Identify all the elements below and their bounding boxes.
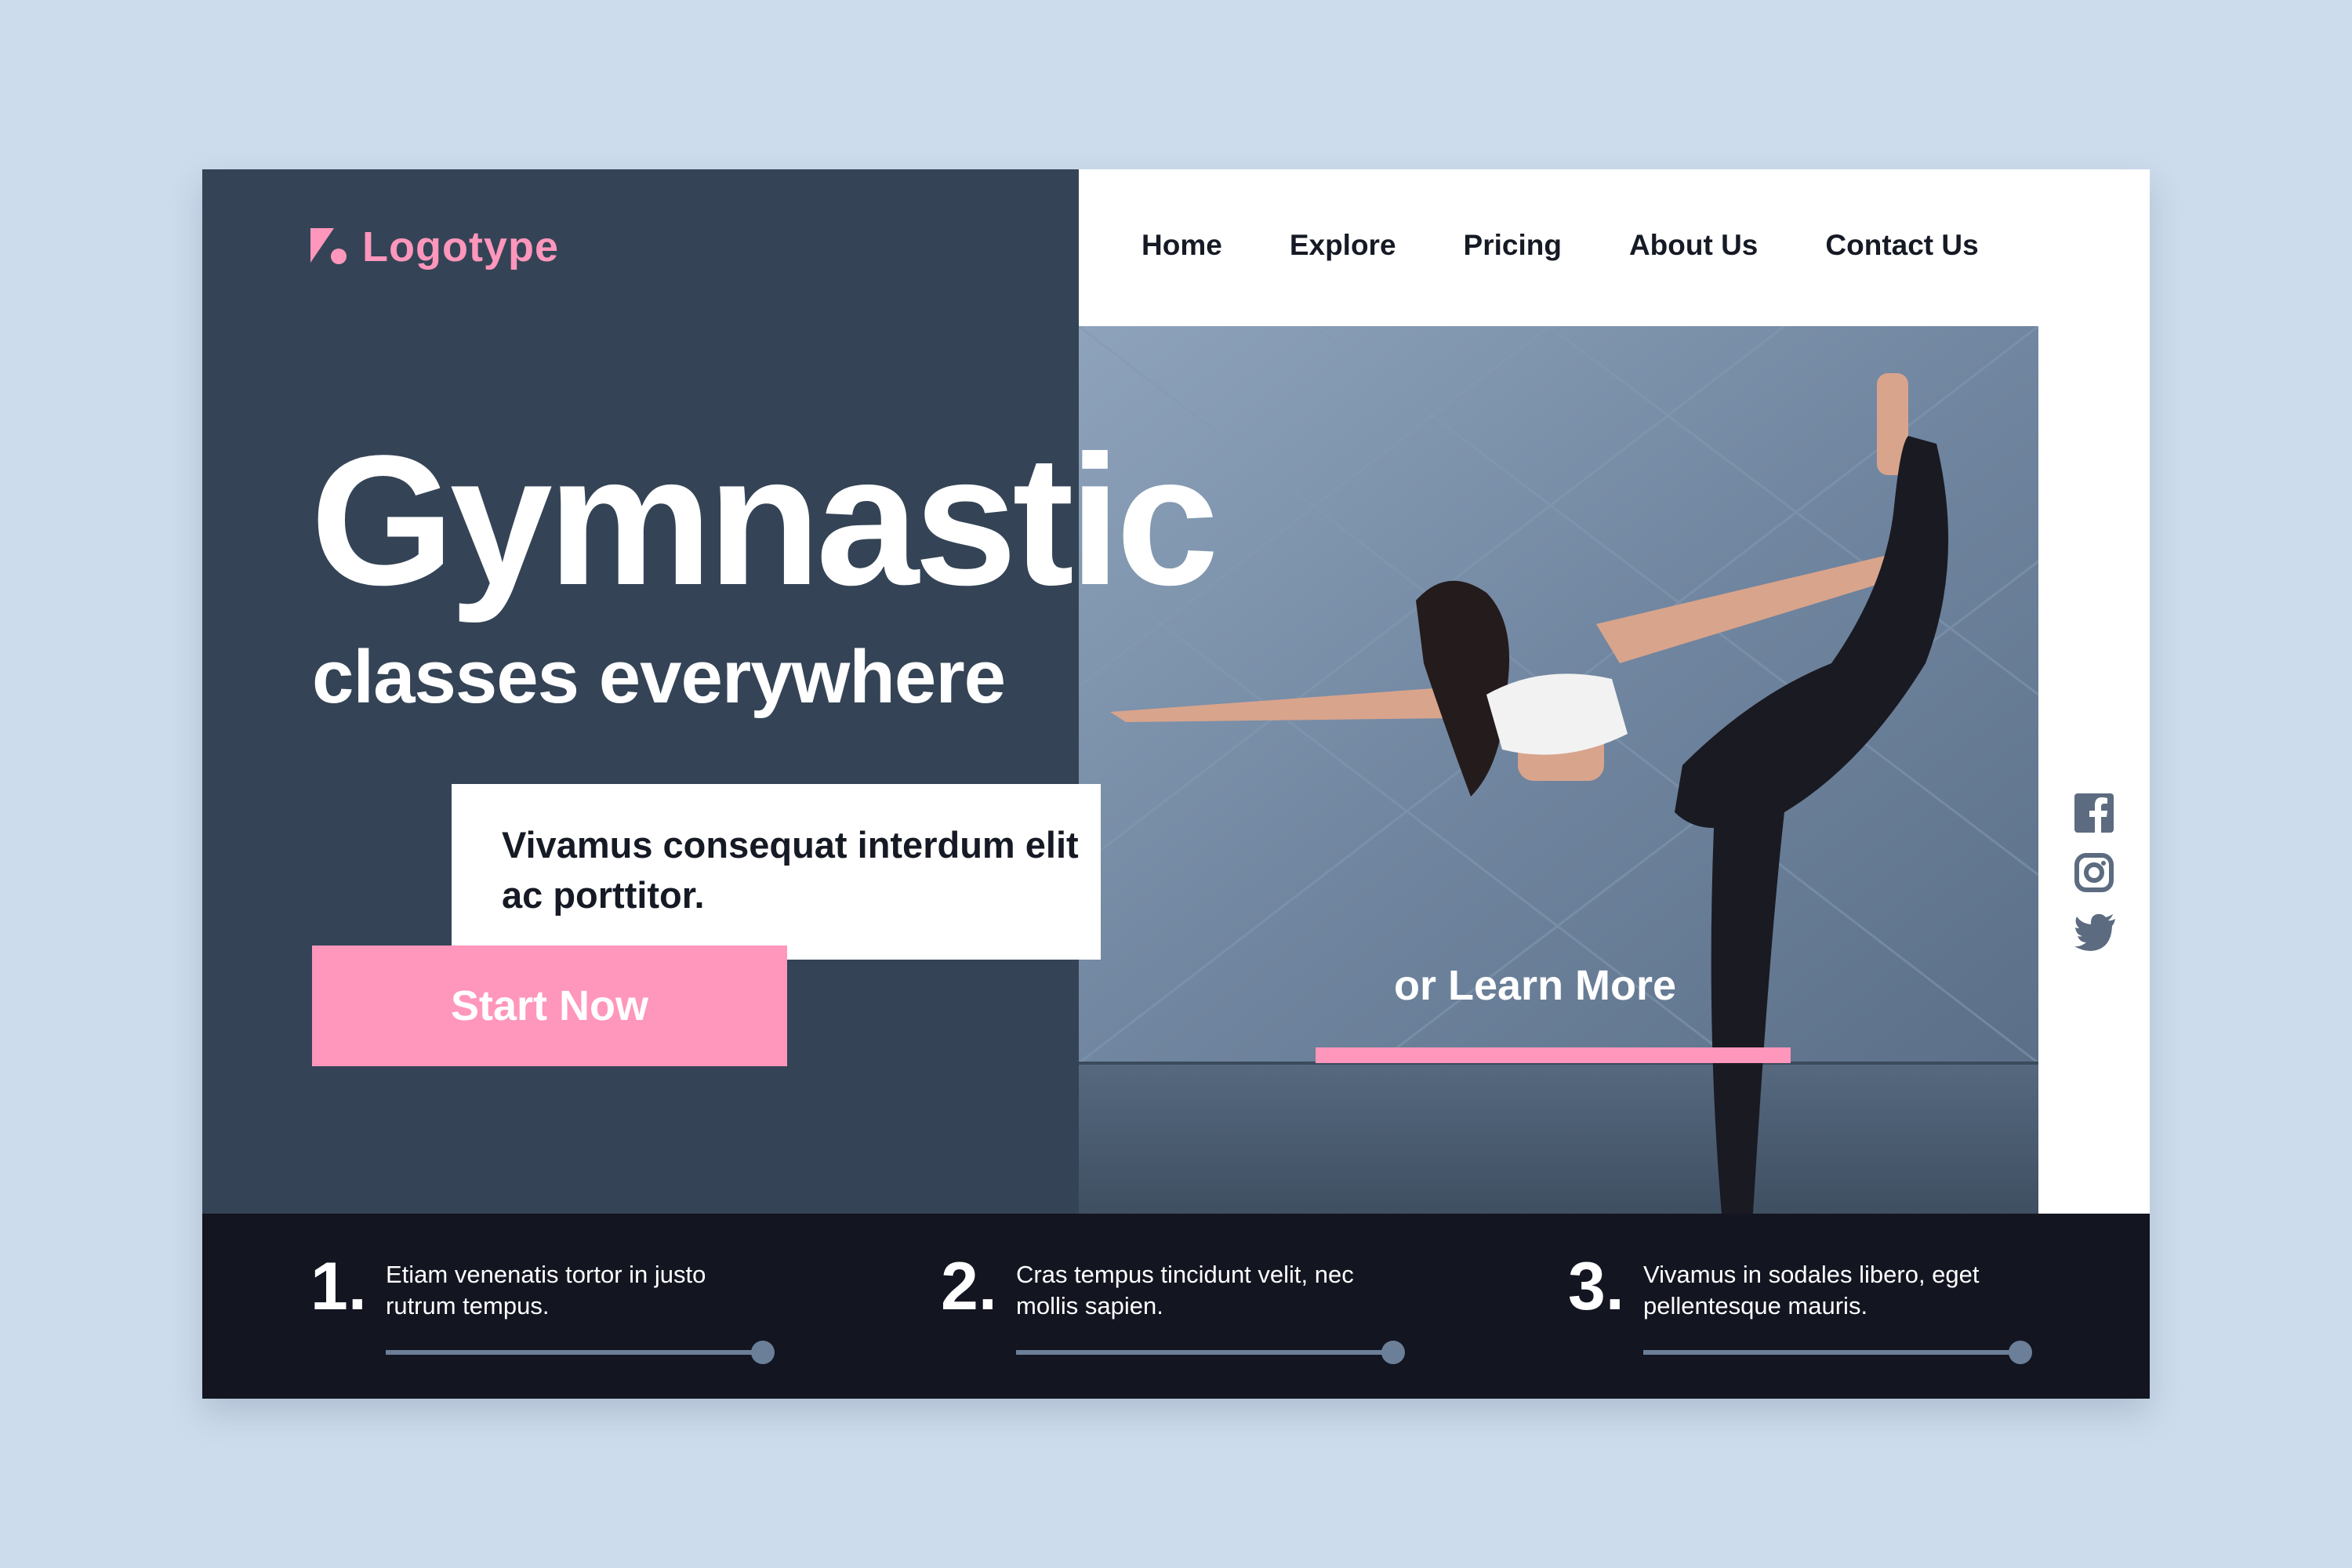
gymnast-photo xyxy=(1079,326,2038,1214)
main-nav: Home Explore Pricing About Us Contact Us xyxy=(1142,229,1979,262)
step-number: 1. xyxy=(310,1249,367,1324)
facebook-icon[interactable] xyxy=(2074,793,2114,833)
quote-box: Vivamus consequat interdum elit ac portt… xyxy=(452,784,1101,960)
step-number: 2. xyxy=(941,1249,997,1324)
step-slider[interactable] xyxy=(1643,1341,2032,1364)
start-now-button[interactable]: Start Now xyxy=(312,946,787,1066)
step-text: Vivamus in sodales libero, eget pellente… xyxy=(1643,1261,1980,1319)
step-slider[interactable] xyxy=(386,1341,775,1364)
learn-more-underline xyxy=(1316,1047,1791,1063)
instagram-icon[interactable] xyxy=(2074,853,2114,892)
step-text: Etiam venenatis tortor in justo rutrum t… xyxy=(386,1261,706,1319)
nav-pricing[interactable]: Pricing xyxy=(1464,229,1562,262)
quote-text: Vivamus consequat interdum elit ac portt… xyxy=(502,824,1079,916)
step-text: Cras tempus tincidunt velit, nec mollis … xyxy=(1016,1261,1354,1319)
logo[interactable]: Logotype xyxy=(310,223,559,271)
nav-contact-us[interactable]: Contact Us xyxy=(1825,229,1978,262)
logo-text: Logotype xyxy=(362,223,559,270)
landing-page-card: Logotype Home Explore Pricing About Us C… xyxy=(202,169,2150,1399)
nav-explore[interactable]: Explore xyxy=(1290,229,1396,262)
hero-subtitle: classes everywhere xyxy=(312,635,1006,719)
logo-mark-icon xyxy=(310,228,348,266)
step-slider[interactable] xyxy=(1016,1341,1405,1364)
features-footer: 1. Etiam venenatis tortor in justo rutru… xyxy=(202,1214,2150,1399)
nav-home[interactable]: Home xyxy=(1142,229,1222,262)
step-number: 3. xyxy=(1568,1249,1624,1324)
learn-more-link[interactable]: or Learn More xyxy=(1394,961,1676,1010)
nav-about-us[interactable]: About Us xyxy=(1629,229,1758,262)
twitter-icon[interactable] xyxy=(2074,913,2115,952)
slider-knob[interactable] xyxy=(2009,1341,2032,1364)
social-links xyxy=(2074,793,2122,972)
hero-title: Gymnastic xyxy=(310,417,1219,624)
slider-knob[interactable] xyxy=(1381,1341,1405,1364)
slider-knob[interactable] xyxy=(751,1341,775,1364)
